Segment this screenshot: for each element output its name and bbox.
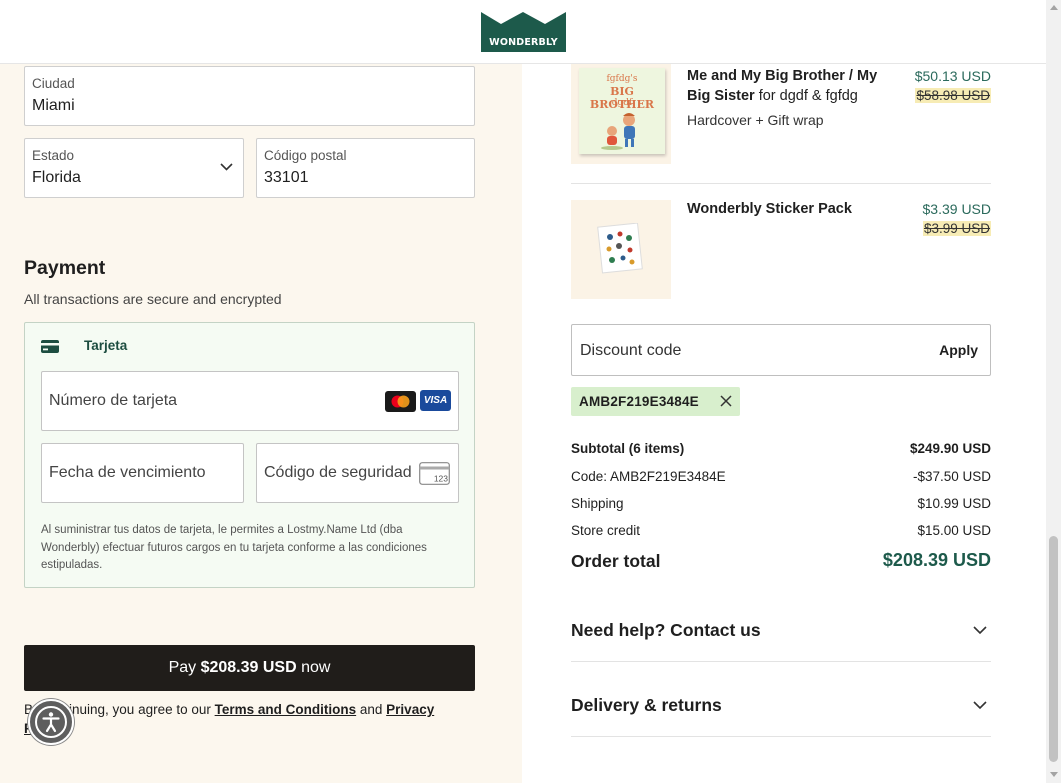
site-header: WONDERBLY xyxy=(0,0,1046,64)
discount-label: Code: AMB2F219E3484E xyxy=(571,469,726,484)
accordion-divider xyxy=(571,736,991,737)
order-summary: fgfdg's BIG BROTHER dgdf Me and My Big B… xyxy=(522,64,1046,783)
payment-title: Payment xyxy=(24,257,106,279)
card-legal-text: Al suministrar tus datos de tarjeta, le … xyxy=(41,524,427,571)
product-price: $50.13 USD xyxy=(914,68,991,84)
subtotal-value: $249.90 USD xyxy=(909,441,991,456)
book-for-names: for dgdf & fgfdg xyxy=(754,88,858,104)
order-total-value: $208.39 USD xyxy=(882,550,991,570)
shipping-label: Shipping xyxy=(571,496,624,511)
sticker-title: Wonderbly Sticker Pack xyxy=(687,201,852,217)
accessibility-icon xyxy=(35,706,67,738)
scroll-down-arrow-icon[interactable] xyxy=(1050,772,1058,777)
credit-card-icon xyxy=(41,340,59,353)
book-cover-line1: fgfdg's xyxy=(606,74,638,84)
security-code-input[interactable]: Código de seguridad 123 xyxy=(256,443,459,503)
card-number-placeholder: Número de tarjeta xyxy=(49,392,178,409)
product-image-book: fgfdg's BIG BROTHER dgdf xyxy=(571,64,671,164)
help-accordion[interactable]: Need help? Contact us xyxy=(571,620,991,670)
order-total-label: Order total xyxy=(571,551,661,571)
cvv-card-icon: 123 xyxy=(419,462,450,485)
city-value: Miami xyxy=(32,97,75,114)
pay-button-suffix: now xyxy=(296,659,331,676)
subtotal-label: Subtotal (6 items) xyxy=(571,441,685,456)
expiry-placeholder: Fecha de vencimiento xyxy=(49,464,206,481)
state-select[interactable]: Estado Florida xyxy=(24,138,244,198)
card-number-input[interactable]: Número de tarjeta VISA xyxy=(41,371,459,431)
cvv-icon-text: 123 xyxy=(434,474,448,484)
product-name-stickers: Wonderbly Sticker Pack xyxy=(687,199,887,219)
shipping-value: $10.99 USD xyxy=(917,496,991,511)
pay-button-prefix: Pay xyxy=(168,659,201,676)
terms-link[interactable]: Terms and Conditions xyxy=(215,702,357,717)
checkout-form: Ciudad Miami Estado Florida Código posta… xyxy=(0,64,522,783)
mastercard-icon xyxy=(385,391,416,412)
product-variant: Hardcover + Gift wrap xyxy=(687,112,824,128)
and-text: and xyxy=(356,702,387,717)
discount-placeholder: Discount code xyxy=(580,342,682,359)
state-label: Estado xyxy=(32,148,75,163)
delivery-accordion[interactable]: Delivery & returns xyxy=(571,695,991,745)
remove-discount-icon[interactable] xyxy=(720,395,732,407)
product-price: $3.39 USD xyxy=(922,201,991,217)
state-value: Florida xyxy=(32,169,81,186)
zip-field[interactable]: Código postal 33101 xyxy=(256,138,475,198)
product-name-book: Me and My Big Brother / My Big Sister fo… xyxy=(687,66,887,106)
chevron-down-icon xyxy=(220,163,233,171)
city-label: Ciudad xyxy=(32,76,75,91)
card-payment-box: Tarjeta Número de tarjeta VISA Fecha de … xyxy=(24,322,475,588)
zip-label: Código postal xyxy=(264,148,347,163)
children-illustration xyxy=(601,113,635,150)
logo-text: WONDERBLY xyxy=(489,37,558,48)
scroll-up-arrow-icon[interactable] xyxy=(1050,5,1058,10)
wonderbly-logo[interactable]: WONDERBLY xyxy=(481,12,566,52)
payment-subtitle: All transactions are secure and encrypte… xyxy=(24,291,282,307)
book-cover: fgfdg's BIG BROTHER dgdf xyxy=(579,68,665,154)
item-divider xyxy=(571,183,991,184)
chevron-down-icon xyxy=(973,626,987,635)
chevron-down-icon xyxy=(973,701,987,710)
city-field[interactable]: Ciudad Miami xyxy=(24,66,475,126)
product-old-price: $3.99 USD xyxy=(922,221,991,236)
sticker-sheet-image xyxy=(597,223,643,274)
accordion-divider xyxy=(571,661,991,662)
product-old-price: $58.98 USD xyxy=(915,88,991,103)
page-scrollbar[interactable] xyxy=(1046,0,1061,783)
scrollbar-thumb[interactable] xyxy=(1049,536,1058,762)
expiry-input[interactable]: Fecha de vencimiento xyxy=(41,443,244,503)
help-accordion-title: Need help? Contact us xyxy=(571,620,761,640)
accessibility-button[interactable] xyxy=(28,699,74,745)
zip-value: 33101 xyxy=(264,169,309,186)
book-cover-line3: dgdf xyxy=(611,98,633,108)
discount-value: -$37.50 USD xyxy=(912,469,991,484)
apply-discount-button[interactable]: Apply xyxy=(939,342,978,358)
applied-code-text: AMB2F219E3484E xyxy=(579,394,699,409)
security-code-placeholder: Código de seguridad xyxy=(264,464,412,481)
payment-method-label[interactable]: Tarjeta xyxy=(84,338,127,353)
product-image-stickers xyxy=(571,200,671,299)
terms-agreement: By continuing, you agree to our Terms an… xyxy=(24,700,454,738)
pay-button-amount: $208.39 USD xyxy=(200,659,297,676)
pay-now-button[interactable]: Pay $208.39 USD now xyxy=(24,645,475,691)
store-credit-label: Store credit xyxy=(571,523,641,538)
store-credit-value: $15.00 USD xyxy=(917,523,991,538)
discount-code-input[interactable]: Discount code Apply xyxy=(571,324,991,376)
visa-icon: VISA xyxy=(420,390,451,411)
applied-discount-chip: AMB2F219E3484E xyxy=(571,387,740,416)
delivery-accordion-title: Delivery & returns xyxy=(571,695,722,715)
